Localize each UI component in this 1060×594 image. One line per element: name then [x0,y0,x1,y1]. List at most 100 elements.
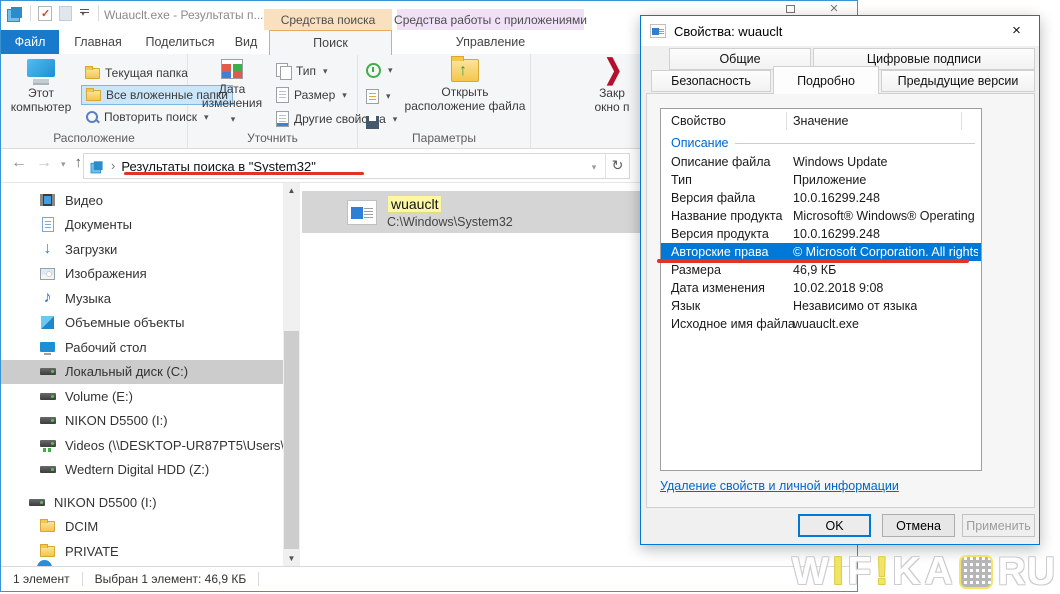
sidebar-item-dcim[interactable]: DCIM [1,515,283,540]
forward-icon[interactable] [36,154,52,172]
sidebar-item-volume-e[interactable]: Volume (E:) [1,384,283,409]
monitor-icon [25,59,57,83]
ribbon-group-options: Открыть расположение файла Параметры [358,54,531,148]
dialog-title: Свойства: wuauclt [674,24,782,39]
sidebar-scrollbar[interactable]: ▲ ▼ [283,183,300,566]
sidebar-item-nikon-i[interactable]: NIKON D5500 (I:) [1,409,283,434]
status-items-count: 1 элемент [13,572,70,586]
status-selection: Выбран 1 элемент: 46,9 КБ [95,572,247,586]
contextual-tab-search-tools[interactable]: Средства поиска [264,9,392,30]
tab-view[interactable]: Вид [223,30,269,54]
sidebar-item-videos[interactable]: Видео [1,188,283,213]
drive-icon [40,466,56,473]
explorer-icon [7,7,23,20]
sidebar-item-documents[interactable]: Документы [1,213,283,238]
scroll-up-icon[interactable]: ▲ [283,183,300,198]
close-button[interactable] [821,2,847,16]
maximize-button[interactable] [777,2,803,16]
table-row[interactable]: Название продуктаMicrosoft® Windows® Ope… [661,207,981,225]
scroll-down-icon[interactable]: ▼ [283,551,300,566]
maximize-icon [786,5,795,13]
qr-code-icon [959,555,993,589]
video-icon [40,194,55,206]
sidebar-item-network-videos[interactable]: Videos (\\DESKTOP-UR87PT5\Users\AKar [1,433,283,458]
contextual-tab-app-tools[interactable]: Средства работы с приложениями [397,9,584,30]
new-folder-quick-icon[interactable] [59,6,72,21]
tab-previous-versions[interactable]: Предыдущие версии [881,70,1035,92]
sidebar-item-nikon-device[interactable]: NIKON D5500 (I:) [1,490,283,515]
folder-icon [86,90,101,101]
sidebar-item-downloads[interactable]: Загрузки [1,237,283,262]
status-bar: 1 элемент Выбран 1 элемент: 46,9 КБ [1,566,857,591]
network-drive-icon [40,440,56,447]
divider [30,5,31,21]
section-description: Описание [661,133,981,153]
table-header: Свойство Значение [661,109,981,133]
advanced-options-button[interactable] [366,86,393,106]
sidebar-item-3d-objects[interactable]: Объемные объекты [1,311,283,336]
table-row[interactable]: Исходное имя файлаwuauclt.exe [661,315,981,333]
table-row[interactable]: Размера46,9 КБ [661,261,981,279]
properties-dialog: Свойства: wuauclt Общие Цифровые подписи… [640,15,1040,545]
file-name[interactable]: wuauclt [387,195,442,213]
wifika-watermark: W I F ! K A RU [792,550,1056,594]
table-row[interactable]: Дата изменения10.02.2018 9:08 [661,279,981,297]
close-search-button[interactable]: Закр окно п [577,59,647,115]
sidebar-item-desktop[interactable]: Рабочий стол [1,335,283,360]
column-value: Значение [793,114,848,128]
remove-properties-link[interactable]: Удаление свойств и личной информации [660,479,899,493]
cancel-button[interactable]: Отмена [882,514,955,537]
sidebar-item-wd-hdd-z[interactable]: Wedtern Digital HDD (Z:) [1,458,283,483]
dialog-close-button[interactable] [994,16,1039,46]
drive-icon [40,368,56,375]
table-row[interactable]: Версия файла10.0.16299.248 [661,189,981,207]
table-row[interactable]: ЯзыкНезависимо от языка [661,297,981,315]
back-icon[interactable] [11,154,27,172]
document-icon [42,217,54,232]
open-file-location-button[interactable]: Открыть расположение файла [404,59,526,114]
window-title: Wuauclt.exe - Результаты п... [104,8,264,22]
divider [82,572,83,586]
annotation-underline-address [124,172,364,175]
sidebar-item-pictures[interactable]: Изображения [1,262,283,287]
ribbon-group-close-search: Закр окно п [531,54,658,148]
address-dropdown-icon[interactable] [583,157,605,175]
sidebar-item-music[interactable]: Музыка [1,286,283,311]
refresh-button[interactable] [605,154,629,178]
date-modified-button[interactable]: Дата изменения [200,59,264,125]
group-label-refine: Уточнить [188,131,357,145]
magnifier-icon [85,110,99,124]
history-dropdown-icon[interactable] [61,154,66,172]
tab-search-active[interactable]: Поиск [269,30,392,55]
column-divider[interactable] [786,112,787,130]
open-location-icon [451,59,479,82]
tab-manage[interactable]: Управление [397,30,584,54]
tab-security[interactable]: Безопасность [651,70,771,92]
address-bar[interactable]: Результаты поиска в "System32" [83,153,630,179]
scrollbar-thumb[interactable] [284,331,299,549]
this-pc-button[interactable]: Этот компьютер [5,59,77,115]
pages-icon [276,63,291,79]
column-divider[interactable] [961,112,962,130]
ok-button[interactable]: OK [798,514,871,537]
tab-share[interactable]: Поделиться [137,30,223,54]
up-icon[interactable] [75,154,83,172]
save-search-button[interactable] [366,112,393,132]
sidebar-item-local-disk-c[interactable]: Локальный диск (C:) [1,360,283,385]
application-icon [650,24,666,38]
table-row[interactable]: ТипПриложение [661,171,981,189]
properties-quick-icon[interactable] [38,6,52,21]
options-list-icon [366,89,379,104]
tab-home[interactable]: Главная [59,30,137,54]
folder-icon [40,521,55,532]
customize-toolbar-icon[interactable] [79,8,91,18]
ribbon-group-location: Этот компьютер Текущая папка Все вложенн… [1,54,188,148]
recent-searches-button[interactable] [366,60,393,80]
group-label-options: Параметры [358,131,530,145]
table-row[interactable]: Версия продукта10.0.16299.248 [661,225,981,243]
tab-file[interactable]: Файл [1,30,59,54]
cube-icon [41,316,54,329]
tab-details[interactable]: Подробно [773,66,879,94]
table-row[interactable]: Описание файлаWindows Update [661,153,981,171]
picture-icon [40,268,55,280]
